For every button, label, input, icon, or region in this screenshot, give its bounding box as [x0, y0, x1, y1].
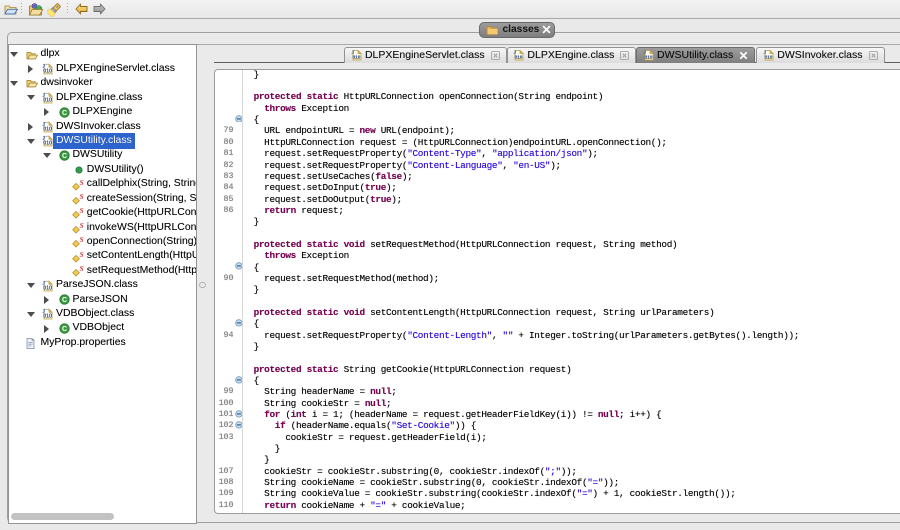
svg-text:010: 010	[43, 141, 52, 147]
svg-text:010: 010	[43, 69, 52, 75]
svg-text:010: 010	[645, 54, 653, 60]
svg-text:010: 010	[43, 314, 52, 320]
svg-text:S: S	[79, 251, 83, 259]
svg-text:S: S	[79, 207, 83, 215]
svg-text:010: 010	[765, 54, 773, 60]
svg-text:C: C	[62, 153, 67, 160]
svg-text:010: 010	[43, 97, 52, 103]
svg-text:C: C	[62, 110, 67, 117]
svg-text:C: C	[62, 326, 67, 333]
svg-text:S: S	[79, 193, 83, 201]
svg-text:S: S	[79, 236, 83, 244]
svg-text:S: S	[79, 265, 83, 273]
svg-text:010: 010	[515, 54, 523, 60]
svg-text:C: C	[62, 297, 67, 304]
svg-text:S: S	[79, 179, 83, 187]
svg-text:010: 010	[43, 126, 52, 132]
svg-text:010: 010	[353, 54, 361, 60]
svg-text:010: 010	[43, 285, 52, 291]
svg-text:S: S	[79, 222, 83, 230]
